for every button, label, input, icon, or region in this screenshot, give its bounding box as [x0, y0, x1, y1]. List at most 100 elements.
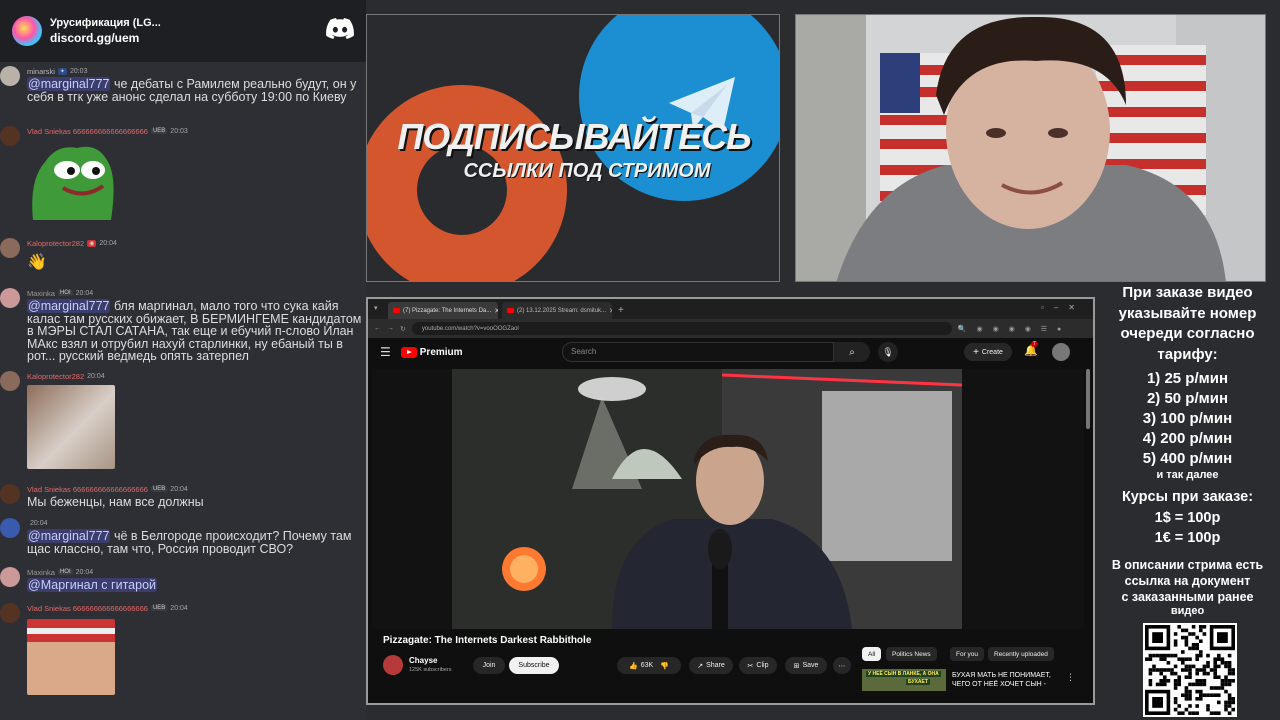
tab-list-icon[interactable]: ▾ — [374, 304, 378, 312]
account-avatar[interactable] — [1052, 343, 1070, 361]
voice-search-button[interactable]: 🎙 — [878, 342, 898, 362]
window-controls[interactable]: ▫–✕ — [1041, 303, 1085, 312]
bookmark-icon: ⊞ — [793, 662, 800, 670]
chip-politics-news[interactable]: Politics News — [886, 647, 937, 661]
recommended-more-icon[interactable]: ⋮ — [1066, 672, 1075, 683]
share-button[interactable]: ↗ Share — [689, 657, 733, 674]
server-header[interactable]: Урусификация (LG... discord.gg/uem — [0, 0, 366, 62]
message-time: 20:04 — [170, 485, 188, 493]
info-line: тарифу: — [1157, 345, 1218, 363]
avatar[interactable] — [0, 603, 20, 623]
channel-name[interactable]: Chayse — [409, 656, 437, 665]
youtube-logo-icon[interactable] — [400, 346, 417, 358]
message-author[interactable]: Vlad Sniekas 666666666666666666 — [27, 604, 148, 613]
pepe-sticker — [32, 146, 114, 220]
wave-emoji: 👋 — [27, 254, 47, 271]
avatar[interactable] — [0, 288, 20, 308]
youtube-favicon-icon — [393, 308, 400, 313]
more-actions-button[interactable]: ⋯ — [833, 657, 851, 674]
message-author[interactable]: Vlad Sniekas 666666666666666666 — [27, 485, 148, 494]
image-attachment[interactable] — [27, 619, 115, 695]
page-scrollbar[interactable] — [1086, 369, 1090, 429]
forward-icon[interactable]: → — [387, 325, 394, 332]
qr-code[interactable] — [1143, 623, 1237, 717]
video-title: Pizzagate: The Internets Darkest Rabbith… — [383, 635, 592, 646]
message-author[interactable]: Kaloprotector282 — [27, 372, 84, 381]
mic-icon: 🎙 — [882, 346, 894, 357]
webcam-image — [796, 15, 1265, 281]
clip-label: Clip — [756, 662, 769, 669]
avatar[interactable] — [0, 567, 20, 587]
message-author[interactable]: Maxinka — [27, 568, 55, 577]
server-invite[interactable]: discord.gg/uem — [50, 30, 161, 46]
message-time: 20:03 — [170, 127, 188, 135]
search-input[interactable]: Search — [562, 342, 834, 362]
server-icon — [12, 16, 42, 46]
youtube-premium-brand[interactable]: Premium — [420, 347, 463, 358]
browser-tab[interactable]: (7) Pizzagate: The Internets Da...✕ — [388, 302, 498, 319]
description-line: видео — [1170, 604, 1205, 617]
close-tab-icon[interactable]: ✕ — [609, 307, 612, 315]
chat-message: Kaloprotector282 20:04 — [0, 371, 366, 469]
avatar[interactable] — [0, 518, 20, 538]
info-line: При заказе видео — [1122, 284, 1253, 301]
video-player[interactable] — [372, 369, 1084, 629]
chip-for-you[interactable]: For you — [950, 647, 985, 661]
discord-logo-icon — [326, 18, 354, 39]
like-dislike-button[interactable]: 👍 63K 👎 — [617, 657, 681, 674]
message-time: 20:04 — [30, 519, 48, 527]
role-badge: UEB — [150, 128, 168, 134]
share-icon: ↗ — [697, 662, 704, 670]
recommended-thumbnail[interactable]: У НЕЁ СЫН В ЛАНКЕ, А ОНА БУХАЕТ — [862, 669, 946, 691]
message-author[interactable]: minarski — [27, 67, 55, 76]
chat-message: minarski ✦ 20:03 @marginal777 че дебаты с … — [0, 66, 366, 103]
browser-tab[interactable]: (2) 13.12.2025 Stream: dsmituk...✕ — [502, 302, 612, 319]
chat-message: Maxinka HOI 20:04 @marginal777 бля маргина… — [0, 288, 366, 363]
reload-icon[interactable]: ↻ — [400, 325, 406, 333]
message-author[interactable]: Vlad Sniekas 666666666666666666 — [27, 127, 148, 136]
address-bar-row: ← → ↻ youtube.com/watch?v=vooOOGZaol 🔍 ◉… — [368, 319, 1093, 338]
chip-all[interactable]: All — [862, 647, 882, 661]
avatar[interactable] — [0, 238, 20, 258]
recommended-title[interactable]: БУХАЯ МАТЬ НЕ ПОНИМАЕТ, ЧЕГО ОТ НЕЁ ХОЧЕ… — [952, 671, 1064, 689]
url-field[interactable]: youtube.com/watch?v=vooOOGZaol — [411, 322, 952, 335]
join-button[interactable]: Join — [473, 657, 505, 674]
recommended-video[interactable]: У НЕЁ СЫН В ЛАНКЕ, А ОНА БУХАЕТ БУХАЯ МА… — [862, 669, 1082, 691]
search-button[interactable]: ⌕ — [834, 342, 870, 362]
notification-count: 7 — [1031, 341, 1038, 347]
create-button[interactable]: + Create — [964, 343, 1012, 361]
new-tab-icon[interactable]: + — [618, 305, 624, 316]
extensions-icon[interactable]: 🔍 ◉ ◉ ◉ ◉ ☰ ● — [958, 325, 1065, 333]
subscribe-button[interactable]: Subscribe — [509, 657, 559, 674]
share-label: Share — [706, 662, 725, 669]
close-tab-icon[interactable]: ✕ — [494, 307, 498, 315]
thumbnail-caption: У НЕЁ СЫН В ЛАНКЕ, А ОНА — [866, 671, 941, 677]
tab-title: (7) Pizzagate: The Internets Da... — [403, 307, 492, 314]
avatar[interactable] — [0, 371, 20, 391]
role-badge: UEB — [150, 486, 168, 492]
webcam-feed — [795, 14, 1266, 282]
avatar[interactable] — [0, 126, 20, 146]
server-name: Урусификация (LG... — [50, 17, 161, 29]
message-time: 20:04 — [99, 239, 117, 247]
tariff-item: 3) 100 р/мин — [1142, 410, 1233, 427]
message-author[interactable]: Maxinka — [27, 289, 55, 298]
avatar[interactable] — [0, 484, 20, 504]
notifications-button[interactable]: 🔔 7 — [1024, 341, 1038, 357]
search-icon: ⌕ — [849, 346, 855, 358]
patreon-shape — [367, 85, 567, 281]
save-button[interactable]: ⊞ Save — [785, 657, 827, 674]
message-time: 20:04 — [75, 568, 94, 576]
clip-button[interactable]: ✂ Clip — [739, 657, 777, 674]
avatar[interactable] — [0, 66, 20, 86]
discord-chat-panel: Урусификация (LG... discord.gg/uem minar… — [0, 0, 366, 720]
channel-avatar[interactable] — [383, 655, 403, 675]
message-author[interactable]: Kaloprotector282 — [27, 239, 84, 248]
image-attachment[interactable] — [27, 385, 115, 469]
hamburger-menu-icon[interactable]: ☰ — [380, 345, 391, 359]
chip-recently-uploaded[interactable]: Recently uploaded — [988, 647, 1054, 661]
back-icon[interactable]: ← — [374, 325, 381, 332]
like-count: 63K — [640, 662, 654, 669]
user-mention[interactable]: @Маргинал с гитарой — [27, 578, 157, 592]
chat-message: Kaloprotector282 ◉ 20:04 👋 — [0, 238, 366, 271]
